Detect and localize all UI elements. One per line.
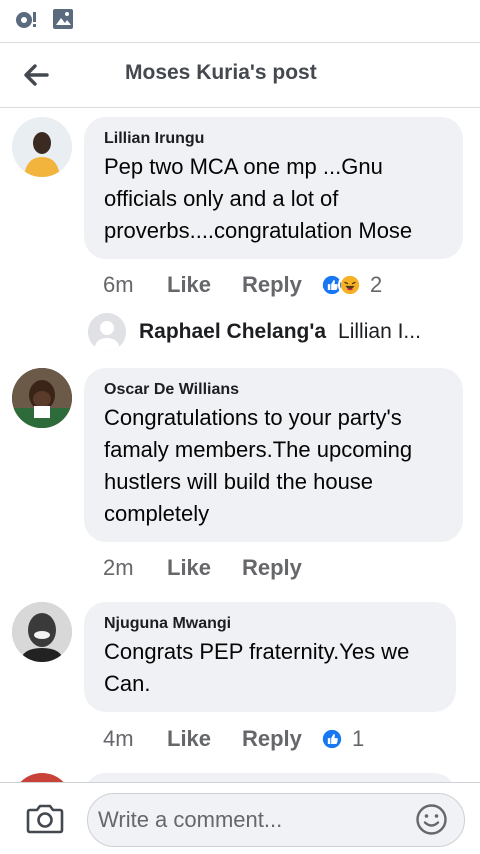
- comment-bubble[interactable]: Lillian Irungu Pep two MCA one mp ...Gnu…: [84, 117, 463, 259]
- comment-text: Pep two MCA one mp ...Gnu officials only…: [104, 154, 413, 243]
- back-button[interactable]: [16, 55, 56, 95]
- reaction-count: 2: [370, 272, 383, 297]
- comment-author[interactable]: Lillian Irungu: [104, 129, 443, 149]
- like-button[interactable]: Like: [167, 555, 242, 581]
- avatar[interactable]: [12, 773, 72, 782]
- comment-text: Congratulations to your party's famaly m…: [104, 405, 413, 526]
- status-bar: [0, 0, 480, 42]
- reply-button[interactable]: Reply: [242, 726, 320, 752]
- arrow-left-icon: [24, 64, 49, 86]
- haha-reaction-icon: [338, 273, 362, 297]
- comment-bubble[interactable]: [84, 773, 456, 782]
- comment-actions: 6m Like Reply 2: [103, 270, 382, 300]
- comment-author[interactable]: Njuguna Mwangi: [104, 614, 436, 634]
- comment-time: 6m: [103, 272, 134, 297]
- comment-author[interactable]: Oscar De Willians: [104, 380, 443, 400]
- reaction-count: 1: [352, 726, 365, 751]
- avatar[interactable]: [88, 313, 126, 351]
- like-button[interactable]: Like: [167, 726, 242, 752]
- reply-preview[interactable]: Raphael Chelang'a Lillian I...: [88, 312, 458, 352]
- reply-button[interactable]: Reply: [242, 272, 320, 298]
- record-icon: [16, 12, 36, 28]
- comment-bubble[interactable]: Oscar De Willians Congratulations to you…: [84, 368, 463, 542]
- reply-author[interactable]: Raphael Chelang'a: [139, 320, 326, 344]
- comment-actions: 2m Like Reply: [103, 553, 320, 583]
- avatar[interactable]: [12, 368, 72, 428]
- emoji-icon[interactable]: [415, 803, 448, 836]
- reactions-summary[interactable]: 2: [320, 272, 382, 298]
- camera-icon[interactable]: [26, 801, 64, 835]
- avatar[interactable]: [12, 602, 72, 662]
- reply-button[interactable]: Reply: [242, 555, 320, 581]
- comment-input[interactable]: [87, 793, 465, 847]
- page-title: Moses Kuria's post: [125, 61, 317, 84]
- gallery-icon: [53, 9, 73, 29]
- avatar[interactable]: [12, 117, 72, 177]
- comment-time: 4m: [103, 726, 134, 751]
- comment-time: 2m: [103, 555, 134, 580]
- comment-text: Congrats PEP fraternity.Yes we Can.: [104, 639, 410, 696]
- comment-bubble[interactable]: Njuguna Mwangi Congrats PEP fraternity.Y…: [84, 602, 456, 712]
- comment-composer: [0, 782, 480, 854]
- comment-actions: 4m Like Reply 1: [103, 724, 364, 754]
- post-header: Moses Kuria's post: [0, 42, 480, 108]
- reply-snippet: Lillian I...: [338, 320, 421, 343]
- like-button[interactable]: Like: [167, 272, 242, 298]
- reactions-summary[interactable]: 1: [320, 726, 364, 752]
- comments-list[interactable]: Lillian Irungu Pep two MCA one mp ...Gnu…: [0, 109, 480, 782]
- like-reaction-icon: [320, 727, 344, 751]
